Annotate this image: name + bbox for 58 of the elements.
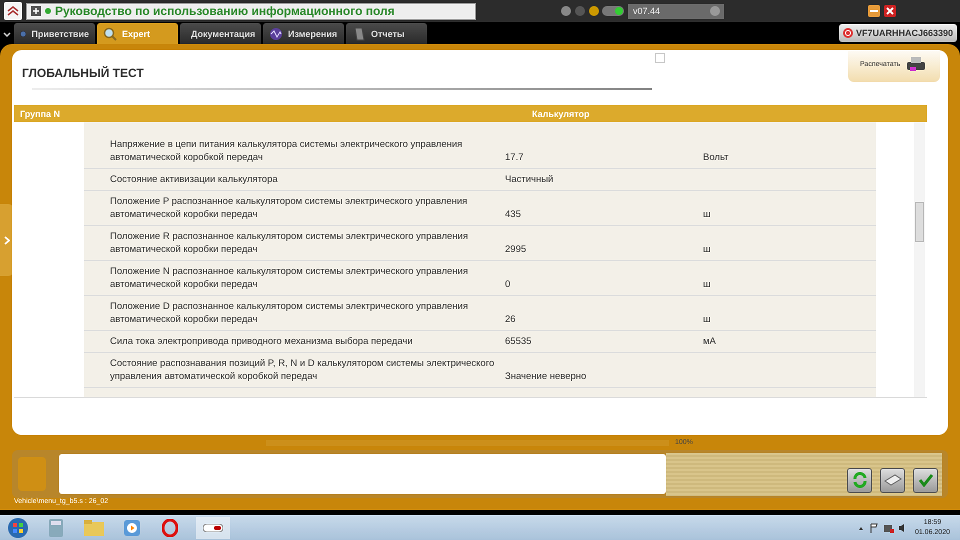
tab[interactable]: Документация <box>180 23 261 44</box>
printer-icon <box>906 56 926 72</box>
parameter-unit: ш <box>703 209 711 221</box>
column-header: Группа N <box>19 108 62 118</box>
close-button[interactable] <box>884 5 896 17</box>
refresh-icon <box>852 472 868 488</box>
scrollbar[interactable] <box>914 122 925 397</box>
waveform-icon <box>269 26 283 40</box>
parameter-value: 435 <box>505 209 522 221</box>
confirm-button[interactable] <box>913 468 938 492</box>
parameter-name: Положение D распознанное калькулятором системы электрического управления автоматической коробки передач <box>110 300 469 326</box>
parameter-unit: ш <box>703 314 711 326</box>
parameter-value: 0 <box>505 279 512 291</box>
dial-icon <box>710 6 720 16</box>
parameter-value: 2995 <box>505 244 528 256</box>
parameter-name: Напряжение в цепи питания калькулятора системы электрического управления автоматической коробкой передач <box>110 138 464 164</box>
eraser-button[interactable] <box>880 468 905 492</box>
parameter-name: Положение N распознанное калькулятором системы электрического управления автоматической коробки передач <box>110 265 469 291</box>
status-icons-drawing <box>560 5 624 17</box>
page-title: ГЛОБАЛЬНЫЙ ТЕСТ <box>22 66 144 80</box>
checkmark-icon <box>918 473 934 487</box>
eraser-icon <box>884 474 902 486</box>
parameter-name: Положение R распознанное калькулятором системы электрического управления автоматической коробки передач <box>110 230 469 256</box>
parameter-name: Сила тока электропривода приводного механизма выбора передачи <box>110 335 414 348</box>
page-icon <box>352 26 366 40</box>
parameter-name: Положение P распознанное калькулятором системы электрического управления автоматической коробки передач <box>110 195 468 221</box>
close-icon <box>886 7 894 15</box>
parameter-unit: ш <box>703 244 711 256</box>
parameter-unit: ш <box>703 279 711 291</box>
vin-button[interactable]: VF7UARHHACJ663390 <box>838 24 957 42</box>
parameter-name: Состояние распознавания позиций P, R, N и D калькулятором системы электрического управления автоматической коробкой передач <box>110 357 496 383</box>
minimize-button[interactable] <box>868 5 880 17</box>
tab[interactable]: Отчеты <box>346 23 427 44</box>
app-taskbar-icon[interactable] <box>196 516 230 538</box>
parameter-value: 65535 <box>505 336 532 348</box>
dot-icon <box>45 8 51 14</box>
logo-icon <box>7 6 19 16</box>
refresh-button[interactable] <box>847 468 872 492</box>
parameter-value: Значение неверно <box>505 371 588 383</box>
parameter-unit: Вольт <box>703 152 729 164</box>
window-title: Руководство по использованию информационного поля <box>55 4 395 18</box>
chevron-down-icon[interactable] <box>3 32 11 36</box>
start-button[interactable] <box>6 516 30 538</box>
parameter-name: Состояние активизации калькулятора <box>110 173 279 186</box>
parameter-value: 17.7 <box>505 152 524 164</box>
parameter-value: 26 <box>505 314 517 326</box>
parameter-value: Частичный <box>505 174 554 186</box>
tray-icons-drawing <box>856 522 907 532</box>
tab[interactable]: Измерения <box>263 23 344 44</box>
parameter-unit: мА <box>703 336 716 348</box>
tab[interactable]: Приветствие <box>14 23 95 44</box>
column-header: Калькулятор <box>532 108 590 118</box>
magnifier-icon <box>103 26 117 40</box>
plus-icon[interactable] <box>31 6 41 16</box>
version-field: v07.44 <box>628 4 724 18</box>
power-icon <box>842 28 853 38</box>
minus-icon <box>870 10 878 12</box>
collapse-toggle[interactable] <box>655 53 665 63</box>
